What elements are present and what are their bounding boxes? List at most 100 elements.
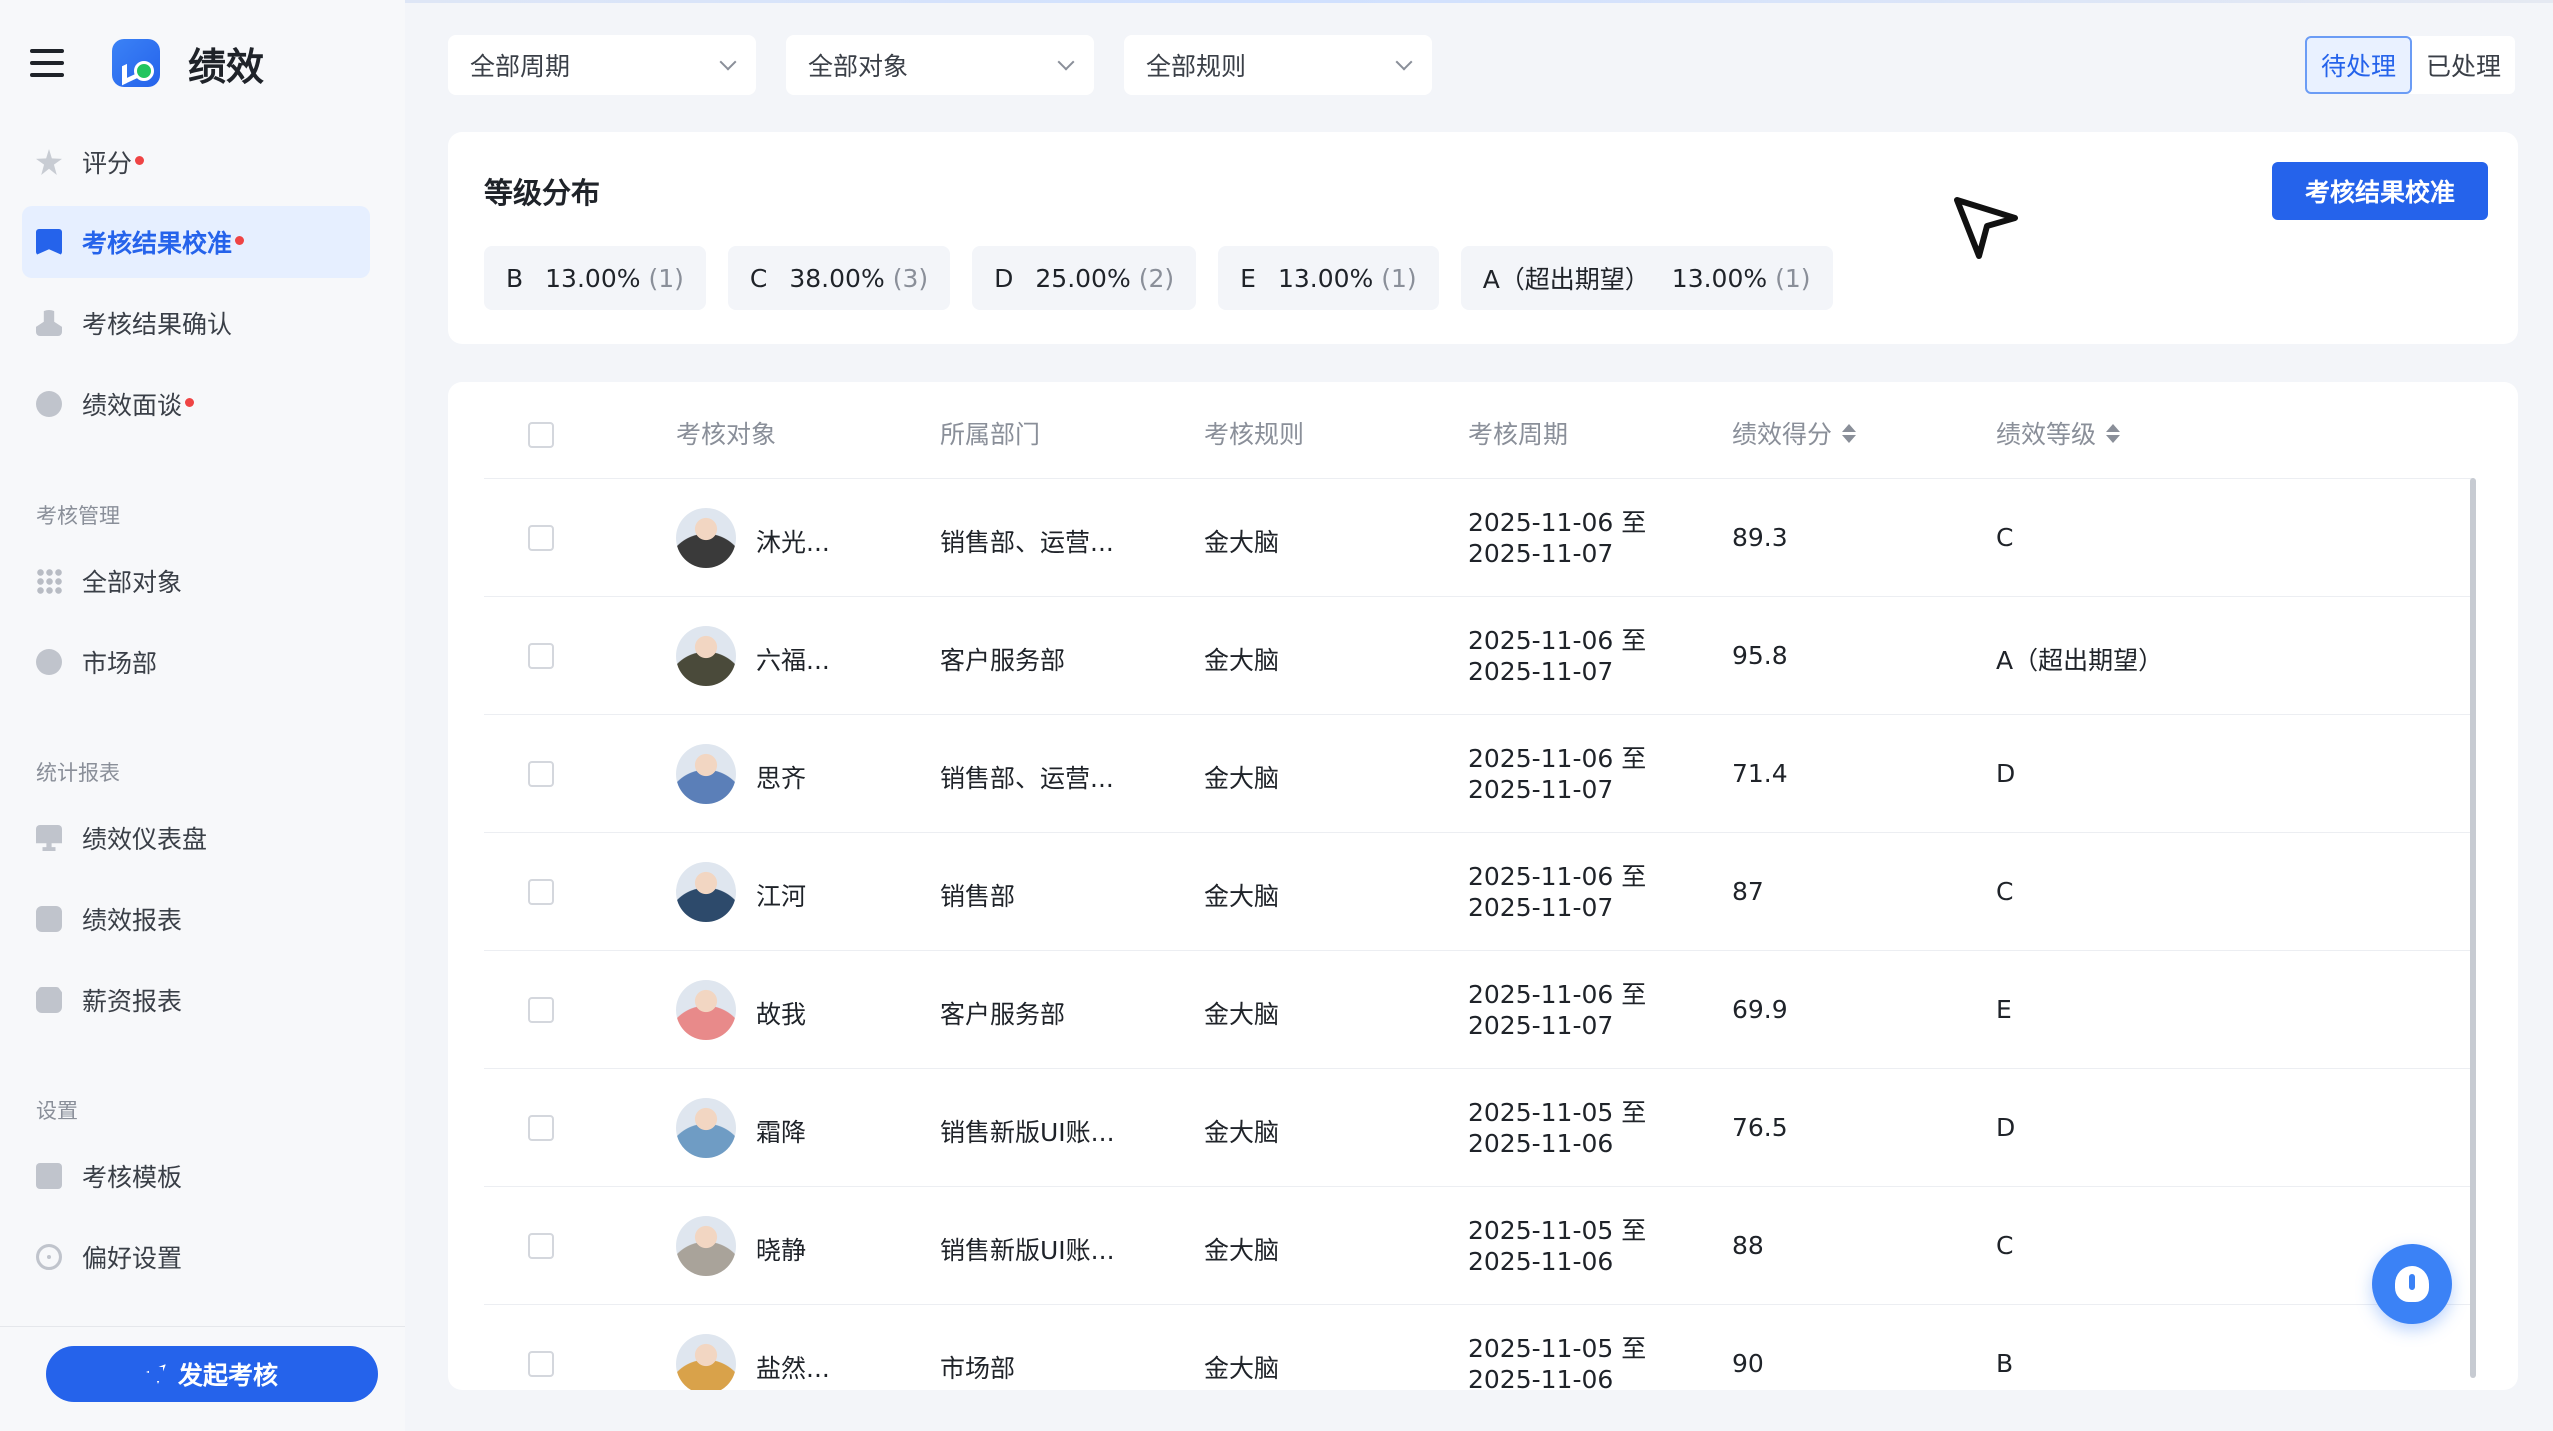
target-name[interactable]: 六福... (756, 641, 830, 677)
row-checkbox[interactable] (528, 997, 554, 1023)
chevron-down-icon (719, 53, 737, 71)
nav-item-preferences[interactable]: 偏好设置 (22, 1221, 370, 1293)
header-grade[interactable]: 绩效等级 (1996, 415, 2121, 451)
header-rule: 考核规则 (1204, 420, 1305, 449)
score: 69.9 (1732, 995, 1788, 1024)
row-checkbox[interactable] (528, 643, 554, 669)
launch-review-button[interactable]: 发起考核 (46, 1346, 378, 1402)
help-button[interactable] (2372, 1244, 2452, 1324)
period-end: 2025-11-07 (1468, 1011, 1614, 1040)
grade-chip[interactable]: B 13.00% (1) (484, 246, 706, 310)
header-period: 考核周期 (1468, 420, 1569, 449)
nav-item-label: 市场部 (82, 649, 158, 678)
nav-item-label: 考核结果确认 (82, 310, 233, 339)
tab-done[interactable]: 已处理 (2412, 36, 2515, 94)
select-all-checkbox[interactable] (528, 422, 554, 448)
menu-icon[interactable] (30, 49, 64, 77)
nav-item-label: 考核结果校准 (82, 229, 233, 258)
sort-icon[interactable] (2106, 423, 2121, 443)
period-filter-select[interactable]: 全部周期 (448, 35, 756, 95)
avatar (676, 980, 736, 1040)
avatar (676, 1216, 736, 1276)
row-checkbox[interactable] (528, 879, 554, 905)
nav-item-marketing[interactable]: 市场部 (22, 626, 370, 698)
calibrate-results-button[interactable]: 考核结果校准 (2272, 162, 2488, 220)
table-scrollbar[interactable] (2470, 478, 2476, 1378)
section-label-settings: 设置 (36, 1099, 78, 1123)
report-icon (36, 906, 62, 932)
avatar (676, 1098, 736, 1158)
row-checkbox[interactable] (528, 761, 554, 787)
nav-item-label: 绩效面谈 (82, 391, 183, 420)
tab-pending[interactable]: 待处理 (2305, 36, 2413, 94)
nav-item-templates[interactable]: 考核模板 (22, 1140, 370, 1212)
row-checkbox[interactable] (528, 525, 554, 551)
target-filter-select[interactable]: 全部对象 (786, 35, 1094, 95)
header-target: 考核对象 (676, 420, 777, 449)
table-row[interactable]: 霜降 销售新版UI账... 金大脑 2025-11-05 至 2025-11-06 76.… (484, 1068, 2474, 1186)
nav-item-confirmation[interactable]: 考核结果确认 (22, 287, 370, 359)
grade-chip[interactable]: A（超出期望） 13.00% (1) (1460, 246, 1833, 310)
header-dept: 所属部门 (940, 420, 1041, 449)
grade-chip-percent: 25.00% (1035, 263, 1131, 293)
target-name[interactable]: 思齐 (756, 759, 806, 795)
target-name[interactable]: 盐然... (756, 1349, 830, 1385)
score: 71.4 (1732, 759, 1788, 788)
launch-review-label: 发起考核 (177, 1361, 278, 1390)
status-toggle: 待处理 已处理 (2305, 36, 2516, 94)
row-checkbox[interactable] (528, 1233, 554, 1259)
grade: C (1996, 1231, 2014, 1260)
nav-item-interview[interactable]: 绩效面谈 (22, 368, 370, 440)
nav-item-salary-report[interactable]: 薪资报表 (22, 964, 370, 1036)
target-name[interactable]: 霜降 (756, 1113, 806, 1149)
sort-icon[interactable] (1842, 423, 1857, 443)
grade-chip-percent: 13.00% (545, 263, 641, 293)
table-row[interactable]: 江河 销售部 金大脑 2025-11-06 至 2025-11-07 87 C (484, 832, 2474, 950)
nav-item-dashboard[interactable]: 绩效仪表盘 (22, 802, 370, 874)
rule-filter-select[interactable]: 全部规则 (1124, 35, 1432, 95)
table-row[interactable]: 故我 客户服务部 金大脑 2025-11-06 至 2025-11-07 69.9 E (484, 950, 2474, 1068)
row-checkbox[interactable] (528, 1115, 554, 1141)
nav-item-label: 偏好设置 (82, 1244, 183, 1273)
app-title: 绩效 (188, 44, 265, 89)
table-row[interactable]: 六福... 客户服务部 金大脑 2025-11-06 至 2025-11-07 95.8 A… (484, 596, 2474, 714)
nav-item-rating[interactable]: 评分 (22, 126, 370, 198)
period-end: 2025-11-07 (1468, 539, 1614, 568)
table-row[interactable]: 盐然... 市场部 金大脑 2025-11-05 至 2025-11-06 90 B (484, 1304, 2474, 1390)
table-row[interactable]: 晓静 销售新版UI账... 金大脑 2025-11-05 至 2025-11-06 88 C (484, 1186, 2474, 1304)
nav-item-performance-report[interactable]: 绩效报表 (22, 883, 370, 955)
table-row[interactable]: 沐光... 销售部、运营... 金大脑 2025-11-06 至 2025-11-07 8… (484, 478, 2474, 596)
score: 88 (1732, 1231, 1764, 1260)
target-name[interactable]: 晓静 (756, 1231, 806, 1267)
results-table: 考核对象 所属部门 考核规则 考核周期 绩效得分 绩效等级 沐光... 销售部、运… (448, 382, 2518, 1390)
avatar (676, 626, 736, 686)
grade-chip[interactable]: C 38.00% (3) (727, 246, 951, 310)
grade-chip[interactable]: D 25.00% (2) (972, 246, 1197, 310)
target-name[interactable]: 江河 (756, 877, 806, 913)
target-name[interactable]: 故我 (756, 995, 806, 1031)
target-filter-value: 全部对象 (808, 52, 909, 81)
grade: C (1996, 523, 2014, 552)
nav-item-calibration[interactable]: 考核结果校准 (22, 206, 370, 278)
header-score[interactable]: 绩效得分 (1732, 415, 1857, 451)
department-icon (36, 649, 62, 675)
row-checkbox[interactable] (528, 1351, 554, 1377)
period-end: 2025-11-06 (1468, 1247, 1614, 1276)
nav-item-label: 评分 (82, 149, 133, 178)
mouse-cursor-icon (1954, 197, 2018, 259)
wallet-icon (36, 987, 62, 1013)
period-end: 2025-11-07 (1468, 657, 1614, 686)
nav-item-all-targets[interactable]: 全部对象 (22, 545, 370, 617)
sidebar-divider (0, 1326, 405, 1327)
period: 2025-11-05 至 2025-11-06 (1468, 1333, 1646, 1390)
avatar (676, 862, 736, 922)
target-name[interactable]: 沐光... (756, 523, 830, 559)
period-end: 2025-11-06 (1468, 1129, 1614, 1158)
grade-chip[interactable]: E 13.00% (1) (1218, 246, 1439, 310)
rule: 金大脑 (1204, 528, 1280, 557)
grade-chip-grade: B (506, 263, 524, 293)
table-row[interactable]: 思齐 销售部、运营... 金大脑 2025-11-06 至 2025-11-07 71.4… (484, 714, 2474, 832)
grade-chip-count: (1) (1381, 263, 1417, 293)
period-start: 2025-11-05 至 (1468, 1216, 1647, 1245)
period-start: 2025-11-06 至 (1468, 626, 1647, 655)
